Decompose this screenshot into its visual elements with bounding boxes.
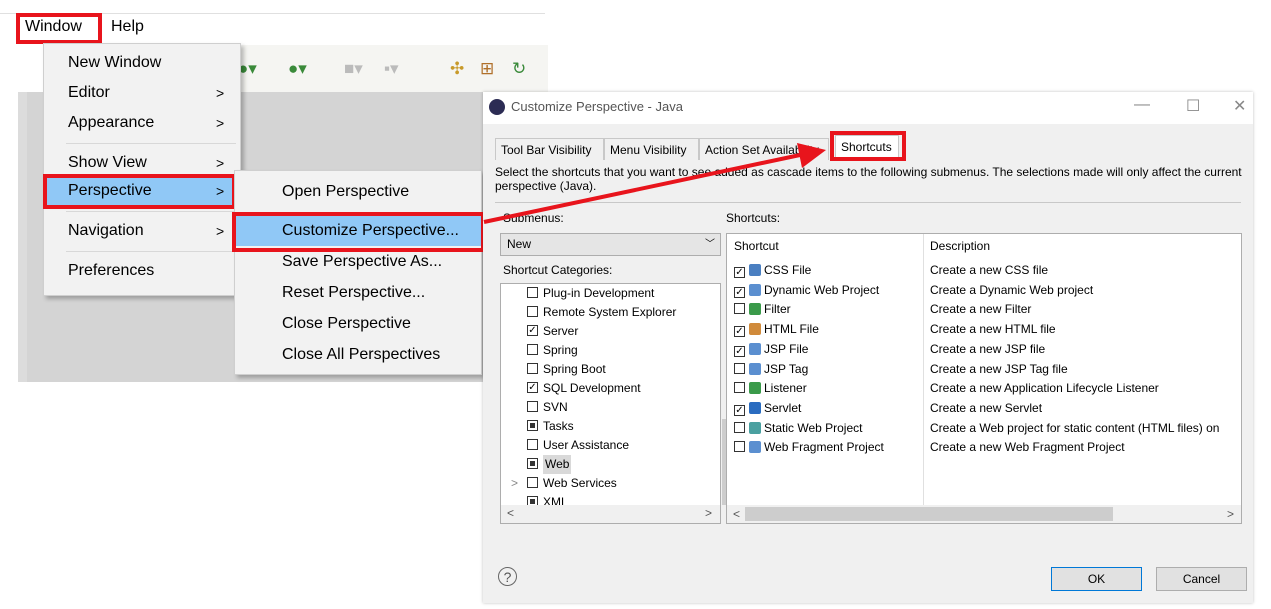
annotation-arrow bbox=[483, 143, 826, 224]
annotation-arrowhead bbox=[797, 143, 826, 168]
annotation-arrow-line bbox=[483, 153, 801, 224]
